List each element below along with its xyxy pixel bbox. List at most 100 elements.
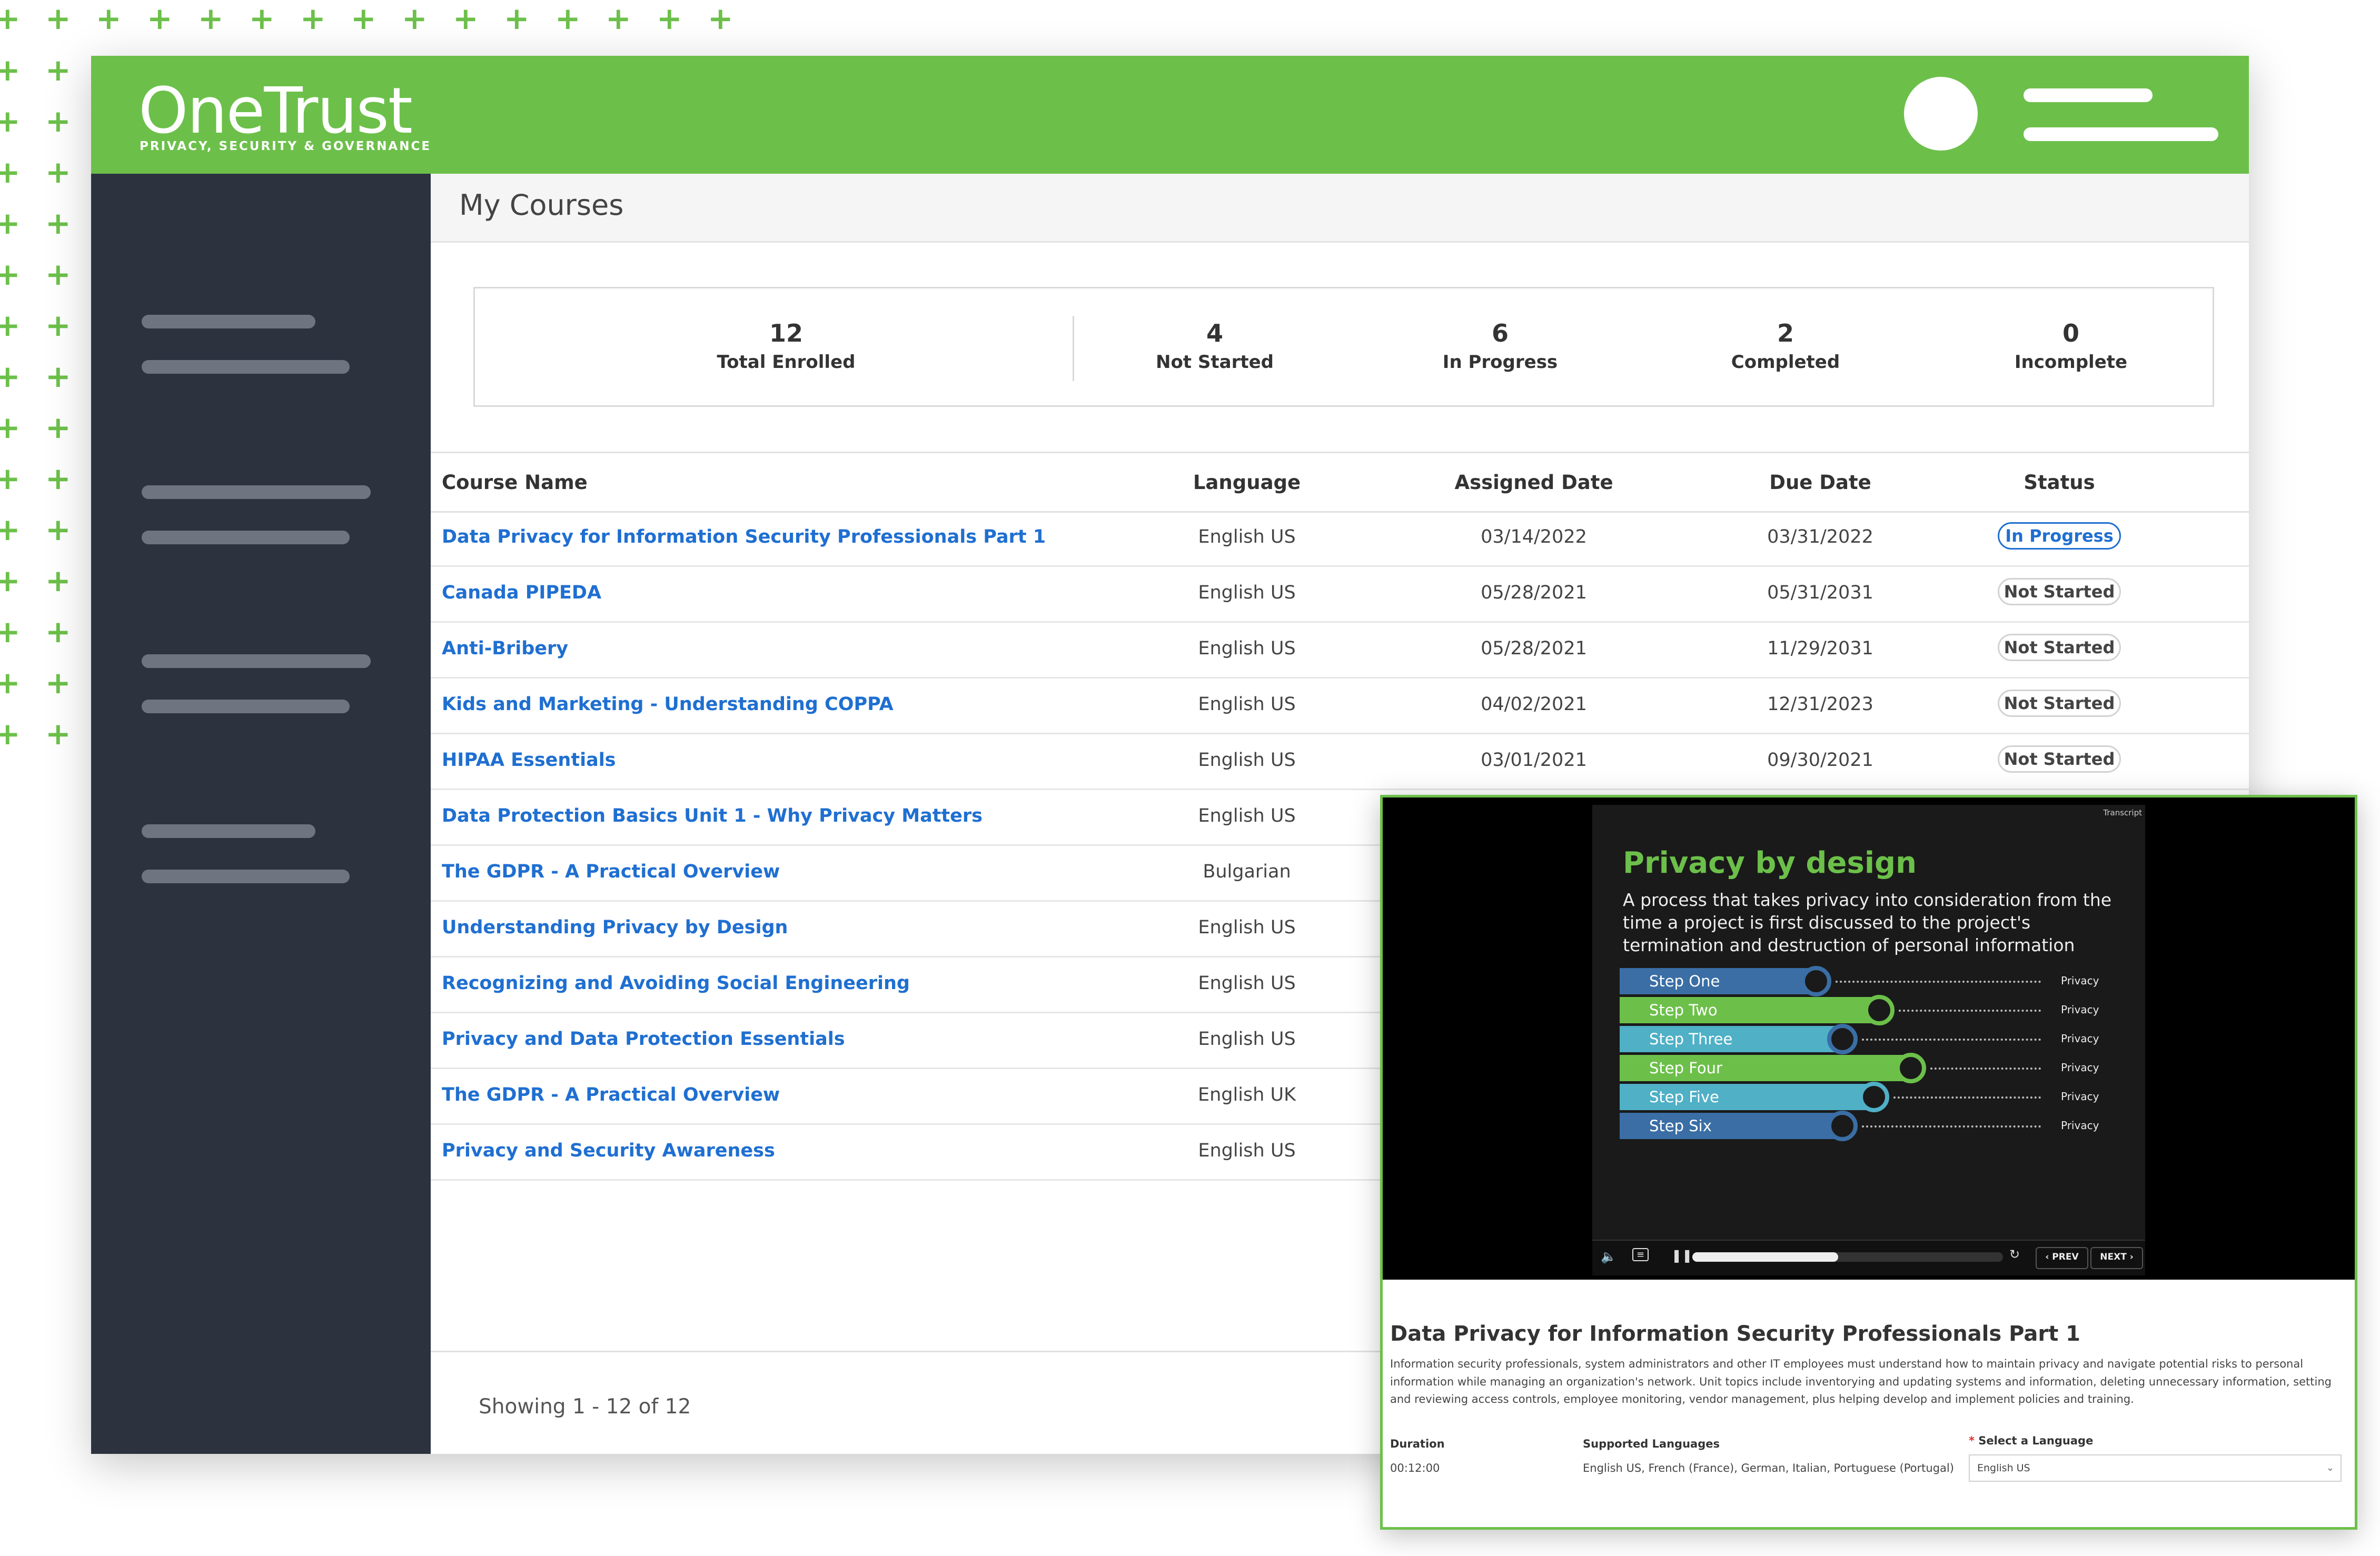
plus-mark: +	[45, 1, 71, 36]
course-name-link[interactable]: The GDPR - A Practical Overview	[442, 861, 780, 882]
step-circle	[1859, 1082, 1889, 1112]
table-row[interactable]: Data Privacy for Information Security Pr…	[431, 510, 2249, 567]
plus-mark: +	[45, 154, 71, 190]
plus-mark: +	[0, 614, 21, 650]
plus-mark: +	[45, 563, 71, 599]
select-language-label: * Select a Language	[1969, 1434, 2093, 1447]
header-language[interactable]: Language	[1115, 471, 1379, 494]
prev-button[interactable]: ‹ PREV	[2036, 1247, 2088, 1269]
course-language: English US	[1198, 638, 1296, 659]
stat-completed: 2 Completed	[1654, 319, 1917, 373]
step-label: Step Two	[1649, 1001, 1718, 1019]
course-name-link[interactable]: Anti-Bribery	[442, 638, 568, 659]
replay-icon[interactable]: ↻	[2009, 1247, 2020, 1262]
course-name-link[interactable]: Privacy and Security Awareness	[442, 1140, 775, 1161]
course-name-link[interactable]: Kids and Marketing - Understanding COPPA	[442, 694, 894, 715]
page-title: My Courses	[459, 188, 624, 222]
plus-mark: +	[657, 1, 682, 36]
step-circle	[1801, 966, 1831, 996]
sidebar-item-2[interactable]	[142, 485, 373, 548]
course-name-link[interactable]: The GDPR - A Practical Overview	[442, 1084, 780, 1105]
course-name-link[interactable]: HIPAA Essentials	[442, 750, 616, 771]
course-language: English US	[1198, 917, 1296, 938]
plus-mark: +	[351, 1, 376, 36]
step-tag: Privacy	[2061, 1032, 2099, 1045]
assigned-date: 05/28/2021	[1481, 582, 1587, 603]
course-name-link[interactable]: Data Protection Basics Unit 1 - Why Priv…	[442, 805, 983, 826]
plus-mark: +	[0, 1, 21, 36]
step-connector	[1930, 1068, 2041, 1070]
enrollment-summary: 12 Total Enrolled 4 Not Started 6 In Pro…	[473, 287, 2214, 407]
course-language: English US	[1198, 694, 1296, 715]
header-due-date[interactable]: Due Date	[1689, 471, 1952, 494]
plus-mark: +	[45, 716, 71, 752]
step-circle	[1827, 1024, 1858, 1054]
step-tag: Privacy	[2061, 1061, 2099, 1074]
plus-mark: +	[555, 1, 581, 36]
course-name-link[interactable]: Recognizing and Avoiding Social Engineer…	[442, 973, 910, 994]
video-player[interactable]: Transcript Privacy by design A process t…	[1383, 797, 2355, 1280]
course-language: English US	[1198, 1029, 1296, 1050]
preview-course-title: Data Privacy for Information Security Pr…	[1390, 1322, 2080, 1346]
video-progress-bar[interactable]	[1692, 1252, 2003, 1262]
plus-mark: +	[0, 154, 21, 190]
video-slide: Transcript Privacy by design A process t…	[1592, 805, 2145, 1240]
hamburger-menu-icon[interactable]	[2024, 82, 2224, 145]
stat-label: Not Started	[1155, 352, 1274, 373]
plus-mark: +	[300, 1, 326, 36]
plus-mark: +	[0, 512, 21, 547]
step-circle	[1827, 1111, 1858, 1141]
plus-mark: +	[0, 410, 21, 445]
course-name-link[interactable]: Privacy and Data Protection Essentials	[442, 1029, 845, 1050]
supported-languages-value: English US, French (France), German, Ita…	[1583, 1462, 1954, 1474]
course-name-link[interactable]: Data Privacy for Information Security Pr…	[442, 526, 1046, 547]
sidebar-item-3[interactable]	[142, 654, 373, 717]
stat-incomplete: 0 Incomplete	[1939, 319, 2203, 373]
volume-icon[interactable]: 🔈	[1601, 1249, 1617, 1264]
header-assigned-date[interactable]: Assigned Date	[1402, 471, 1665, 494]
course-name-link[interactable]: Canada PIPEDA	[442, 582, 601, 603]
plus-mark: +	[402, 1, 428, 36]
stat-value: 0	[2062, 319, 2079, 347]
sidebar-item-4[interactable]	[142, 824, 352, 887]
plus-mark: +	[45, 256, 71, 292]
step-circle	[1896, 1053, 1926, 1083]
brand-logo[interactable]: OneTrust	[138, 74, 413, 149]
step-connector	[1836, 981, 2041, 983]
step-bar: Step One	[1620, 968, 1820, 994]
table-row[interactable]: Kids and Marketing - Understanding COPPA…	[431, 677, 2249, 734]
stat-value: 2	[1777, 319, 1794, 347]
status-badge: Not Started	[1998, 634, 2121, 661]
step-label: Step Five	[1649, 1088, 1719, 1106]
next-button[interactable]: NEXT ›	[2090, 1247, 2143, 1269]
plus-mark: +	[504, 1, 530, 36]
step-tag: Privacy	[2061, 1119, 2099, 1132]
step-label: Step Four	[1649, 1059, 1722, 1077]
header-status[interactable]: Status	[1928, 471, 2191, 494]
status-badge: In Progress	[1998, 522, 2121, 550]
transcript-button[interactable]: Transcript	[2103, 808, 2142, 817]
step-tag: Privacy	[2061, 1090, 2099, 1103]
table-row[interactable]: Canada PIPEDA English US 05/28/2021 05/31/2…	[431, 565, 2249, 623]
table-row[interactable]: HIPAA Essentials English US 03/01/2021 09/3…	[431, 733, 2249, 790]
sidebar-placeholder-line	[142, 360, 350, 374]
sidebar-nav	[91, 174, 431, 1454]
plus-mark: +	[45, 307, 71, 343]
course-name-link[interactable]: Understanding Privacy by Design	[442, 917, 788, 938]
supported-languages-label: Supported Languages	[1583, 1438, 1720, 1450]
captions-icon[interactable]: ≡	[1632, 1248, 1649, 1261]
sidebar-item-1[interactable]	[142, 315, 352, 378]
top-header: OneTrust PRIVACY, SECURITY & GOVERNANCE	[91, 56, 2249, 174]
table-row[interactable]: Anti-Bribery English US 05/28/2021 11/29/20…	[431, 621, 2249, 679]
language-select[interactable]: English US ⌄	[1969, 1454, 2342, 1482]
plus-mark: +	[45, 358, 71, 394]
required-marker: *	[1969, 1434, 1975, 1447]
slide-title: Privacy by design	[1623, 846, 1917, 880]
header-course-name[interactable]: Course Name	[442, 471, 588, 494]
preview-course-description: Information security professionals, syst…	[1390, 1358, 2332, 1406]
step-label: Step One	[1649, 972, 1720, 990]
stat-not-started: 4 Not Started	[1083, 319, 1346, 373]
pause-icon[interactable]: ❚❚	[1671, 1248, 1692, 1263]
brand-tagline: PRIVACY, SECURITY & GOVERNANCE	[140, 139, 432, 153]
user-avatar[interactable]	[1904, 77, 1978, 151]
